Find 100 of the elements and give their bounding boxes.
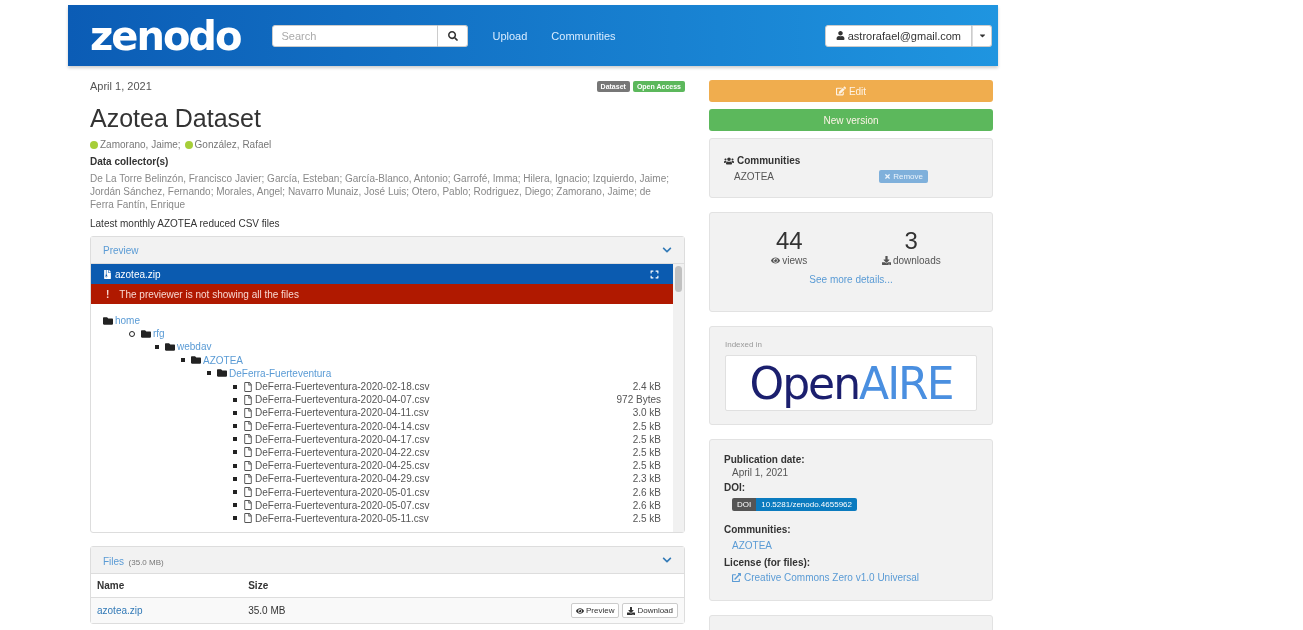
folder-icon [191,355,201,366]
file-icon [243,381,253,392]
stat-value: 3 [904,227,918,255]
info-label: Publication date: [724,454,806,465]
bullet-icon [233,490,237,495]
files-total: (35.0 MB) [128,558,164,567]
file-name: DeFerra-Fuerteventura-2020-05-07.csv [255,499,430,511]
eye-icon [575,606,584,615]
nav-link[interactable]: Communities [551,29,616,42]
file-icon [243,434,253,445]
section-heading: Data collector(s) [90,156,170,167]
scrollbar[interactable] [673,264,684,532]
chevron-icon[interactable] [662,555,672,565]
dropdown-button[interactable] [972,24,992,47]
table-cell: 35.0 MB [242,597,372,623]
users-icon [724,155,734,166]
folder-icon [141,328,151,339]
file-size: 972 Bytes [616,394,661,406]
file-size: 2.5 kB [632,446,661,458]
bullet-icon [155,344,159,349]
bullet-icon [233,384,237,389]
panel-title[interactable]: Preview [103,244,139,256]
search-icon [448,30,458,41]
external-link-icon [732,573,741,582]
bullet-icon [233,463,237,468]
file-name: azotea.zip [115,268,161,280]
remove-button[interactable]: Remove [879,170,928,183]
folder-link[interactable]: home [115,315,140,327]
panel-title[interactable]: Files [103,556,125,567]
folder-icon [217,368,227,379]
file-icon [243,487,253,498]
bullet-icon [233,476,237,481]
info-label: DOI: [724,482,747,493]
info-label: Communities: [724,524,792,535]
bullet-icon [233,437,237,442]
file-size: 2.3 kB [632,473,661,485]
archive-icon [103,269,112,279]
bullet-icon [233,450,237,455]
file-name: DeFerra-Fuerteventura-2020-05-01.csv [255,486,430,498]
author-link[interactable]: González, Rafael [184,139,272,150]
folder-icon [165,341,175,352]
folder-icon [103,315,113,326]
file-name: DeFerra-Fuerteventura-2020-04-22.csv [255,446,430,458]
new-version-button[interactable]: New version [709,109,993,131]
chevron-icon[interactable] [662,245,672,255]
file-size: 2.5 kB [632,460,661,472]
file-size: 2.6 kB [632,499,661,511]
info-label: License (for files): [724,557,812,568]
details-link[interactable]: See more details... [724,274,978,285]
folder-link[interactable]: rfg [153,328,165,340]
folder-link[interactable]: webdav [177,341,212,353]
caret-icon [977,31,987,40]
stat-label: views [771,255,808,266]
file-name: DeFerra-Fuerteventura-2020-05-11.csv [255,512,429,524]
bullet-icon [233,410,237,415]
folder-link[interactable]: AZOTEA [203,354,243,366]
doi-prefix: DOI [732,498,757,511]
file-icon [243,394,253,405]
file-icon [243,460,253,471]
search-field[interactable]: Search [272,24,439,47]
site-logo[interactable]: zenodo [90,15,241,56]
community-link[interactable]: AZOTEA [732,540,772,551]
file-size: 2.6 kB [632,486,661,498]
stat-value: 44 [775,227,803,255]
file-icon [243,447,253,458]
nav-link[interactable]: Upload [492,29,528,42]
info-value: April 1, 2021 [731,466,790,478]
column-header: Size [242,574,372,598]
file-size: 2.5 kB [632,433,661,445]
search-button[interactable] [438,24,469,47]
file-size: 2.5 kB [632,420,661,432]
fullscreen-icon[interactable] [650,269,659,279]
preview-button[interactable]: Preview [570,603,620,618]
bullet-icon [233,503,237,508]
folder-link[interactable]: DeFerra-Fuerteventura [229,367,332,379]
file-link[interactable]: azotea.zip [97,605,143,616]
download-button[interactable]: Download [622,603,678,618]
file-name: DeFerra-Fuerteventura-2020-02-18.csv [255,381,430,393]
bullet-icon [207,371,211,376]
warning-bar: ! The previewer is not showing all the files [91,284,673,304]
record-date: April 1, 2021 [90,80,152,92]
collectors-text: De La Torre Belinzón, Francisco Javier; García, Esteban; García-Blanco, Antonio; Garrofé, Imma; Hilera, Ignacio; Izquierdo, Jaime; Jordán Sánchez, Fernando; Morales, Angel; Navarro Munaiz, José Luis; Otero, Pablo; Rodriguez, Diego; Zamorano, Jaime; de Ferra Fantín, Enrique [90,172,670,211]
description-text: Latest monthly AZOTEA reduced CSV files [90,218,281,229]
license-link[interactable]: Creative Commons Zero v1.0 Universal [732,572,920,583]
user-button[interactable]: astrorafael@gmail.com [824,24,972,47]
doi-link[interactable]: 10.5281/zenodo.4655962 [756,498,857,511]
stat-label: downloads [881,255,941,266]
file-name: DeFerra-Fuerteventura-2020-04-17.csv [255,433,430,445]
bullet-icon [181,358,185,363]
file-name: DeFerra-Fuerteventura-2020-04-07.csv [255,394,430,406]
download-icon [881,256,891,265]
file-name: DeFerra-Fuerteventura-2020-04-25.csv [255,460,430,472]
file-icon [243,473,253,484]
bullet-icon [233,516,237,521]
edit-icon [835,86,846,96]
author-link[interactable]: Zamorano, Jaime; [90,139,181,150]
openaire-logo[interactable]: OpenAIRE [725,355,977,411]
edit-button[interactable]: Edit [709,80,993,102]
file-name: DeFerra-Fuerteventura-2020-04-11.csv [255,407,429,419]
file-icon [243,500,253,511]
